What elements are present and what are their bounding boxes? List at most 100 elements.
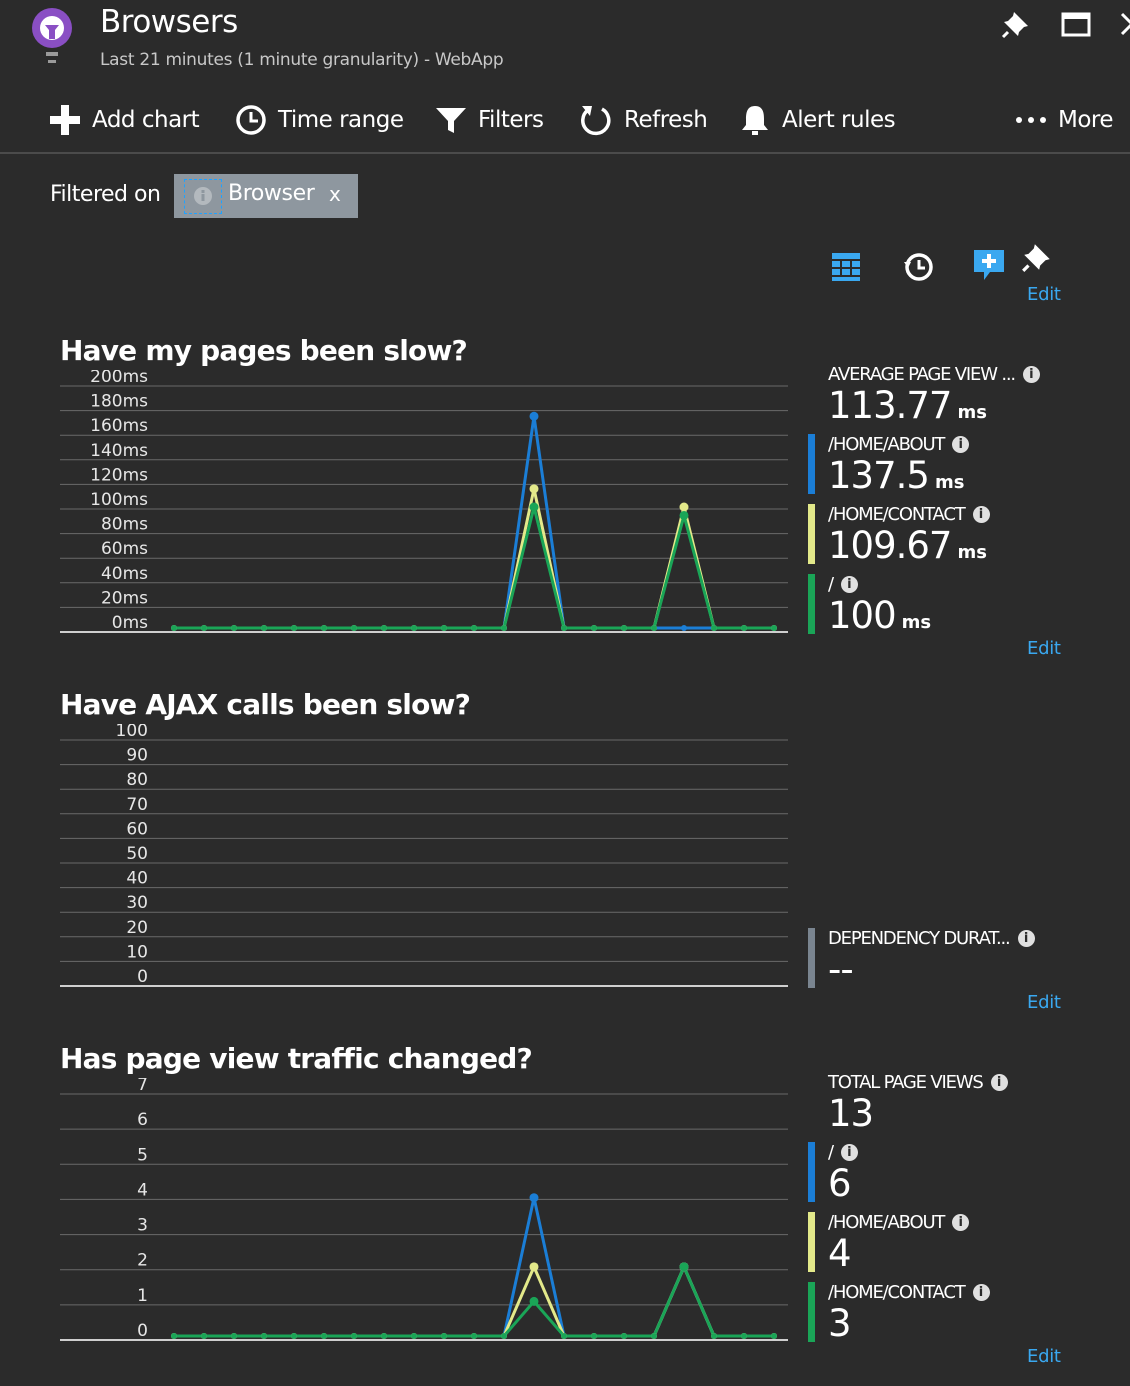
data-point[interactable] <box>321 625 327 631</box>
data-point[interactable] <box>411 1333 417 1339</box>
data-point[interactable] <box>741 1333 747 1339</box>
data-point[interactable] <box>441 1333 447 1339</box>
data-point[interactable] <box>621 625 627 631</box>
data-point[interactable] <box>529 502 539 512</box>
refresh-icon <box>581 106 611 136</box>
refresh-button[interactable]: Refresh <box>578 98 708 142</box>
history-icon[interactable] <box>902 250 936 284</box>
metric-label: TOTAL PAGE VIEWS i <box>828 1072 1008 1093</box>
data-point[interactable] <box>741 625 747 631</box>
data-point[interactable] <box>681 625 687 631</box>
data-point[interactable] <box>381 625 387 631</box>
info-icon[interactable]: i <box>1017 930 1035 947</box>
info-icon[interactable]: i <box>952 1214 970 1231</box>
data-point[interactable] <box>351 1333 357 1339</box>
data-point[interactable] <box>529 1262 539 1272</box>
grid-view-icon[interactable] <box>830 250 864 284</box>
series-color-bar <box>808 574 815 634</box>
data-point[interactable] <box>651 625 657 631</box>
edit-link-chart-2[interactable]: Edit <box>1027 992 1061 1013</box>
data-point[interactable] <box>321 1333 327 1339</box>
data-point[interactable] <box>529 1193 539 1203</box>
data-point[interactable] <box>441 625 447 631</box>
add-chart-button[interactable]: Add chart <box>48 98 200 142</box>
data-point[interactable] <box>621 1333 627 1339</box>
data-point[interactable] <box>201 1333 207 1339</box>
data-point[interactable] <box>561 625 567 631</box>
data-point[interactable] <box>529 411 539 421</box>
filters-button[interactable]: Filters <box>434 98 544 142</box>
info-icon[interactable]: i <box>840 576 858 593</box>
chart-page-views[interactable]: 7 6 5 4 3 2 1 0 <box>0 1078 800 1350</box>
info-icon[interactable]: i <box>1022 366 1040 383</box>
data-point[interactable] <box>529 484 539 494</box>
metric-value: 13 <box>828 1092 874 1135</box>
y-tick-label: 100ms <box>90 490 148 510</box>
more-label: More <box>1058 107 1114 133</box>
data-point[interactable] <box>471 1333 477 1339</box>
app-insights-lightbulb-icon <box>32 8 72 63</box>
filter-chip-label: Browser <box>228 181 315 206</box>
data-point[interactable] <box>501 1333 507 1339</box>
pin-icon[interactable] <box>1020 240 1054 274</box>
maximize-icon[interactable] <box>1060 8 1092 40</box>
time-range-button[interactable]: Time range <box>234 98 404 142</box>
series-line <box>174 506 774 630</box>
data-point[interactable] <box>231 1333 237 1339</box>
metric-label: /HOME/ABOUT i <box>828 434 970 455</box>
data-point[interactable] <box>231 625 237 631</box>
data-point[interactable] <box>351 625 357 631</box>
data-point[interactable] <box>679 510 689 520</box>
data-point[interactable] <box>711 1333 717 1339</box>
data-point[interactable] <box>679 502 689 512</box>
data-point[interactable] <box>711 625 717 631</box>
info-icon <box>184 179 222 214</box>
data-point[interactable] <box>291 625 297 631</box>
edit-link-chart-3[interactable]: Edit <box>1027 1346 1061 1367</box>
alert-rules-button[interactable]: Alert rules <box>738 98 896 142</box>
data-point[interactable] <box>471 625 477 631</box>
pin-blade-icon[interactable] <box>1000 8 1032 40</box>
info-icon[interactable]: i <box>972 506 990 523</box>
metric-label: /HOME/CONTACT i <box>828 1282 990 1303</box>
series-line <box>174 1263 774 1338</box>
close-icon[interactable] <box>1118 8 1130 40</box>
add-chart-label: Add chart <box>92 107 200 133</box>
data-point[interactable] <box>411 625 417 631</box>
data-point[interactable] <box>261 1333 267 1339</box>
bell-icon <box>742 106 768 135</box>
chart-ajax[interactable]: 1009080706050403020100 <box>0 724 800 996</box>
data-point[interactable] <box>591 625 597 631</box>
metric-value: 4 <box>828 1232 852 1275</box>
filter-remove-button[interactable]: x <box>329 182 341 206</box>
info-icon[interactable]: i <box>990 1074 1008 1091</box>
chart-title-traffic: Has page view traffic changed? <box>60 1042 533 1075</box>
data-point[interactable] <box>291 1333 297 1339</box>
data-point[interactable] <box>171 1333 177 1339</box>
metric-value: 137.5 ms <box>828 454 965 497</box>
data-point[interactable] <box>381 1333 387 1339</box>
chart-title-page-load: Have my pages been slow? <box>60 334 468 367</box>
data-point[interactable] <box>771 1333 777 1339</box>
edit-link-chart-1[interactable]: Edit <box>1027 638 1061 659</box>
add-feedback-icon[interactable] <box>972 248 1006 282</box>
more-button[interactable]: More <box>1014 98 1114 142</box>
y-tick-label: 0 <box>137 1321 148 1341</box>
data-point[interactable] <box>261 625 267 631</box>
data-point[interactable] <box>679 1262 689 1272</box>
filter-chip-browser[interactable]: Browser x <box>174 174 358 218</box>
data-point[interactable] <box>171 625 177 631</box>
data-point[interactable] <box>591 1333 597 1339</box>
info-icon[interactable]: i <box>952 436 970 453</box>
data-point[interactable] <box>651 1333 657 1339</box>
data-point[interactable] <box>771 625 777 631</box>
chart-page-load[interactable]: 200ms 180ms 160ms 140ms 120ms 100ms 80ms 60ms 40… <box>0 370 800 642</box>
data-point[interactable] <box>529 1296 539 1306</box>
data-point[interactable] <box>561 1333 567 1339</box>
data-point[interactable] <box>201 625 207 631</box>
edit-link-top[interactable]: Edit <box>1027 284 1061 305</box>
info-icon[interactable]: i <box>840 1144 858 1161</box>
info-icon[interactable]: i <box>972 1284 990 1301</box>
data-point[interactable] <box>501 625 507 631</box>
y-tick-label: 20 <box>126 918 148 938</box>
